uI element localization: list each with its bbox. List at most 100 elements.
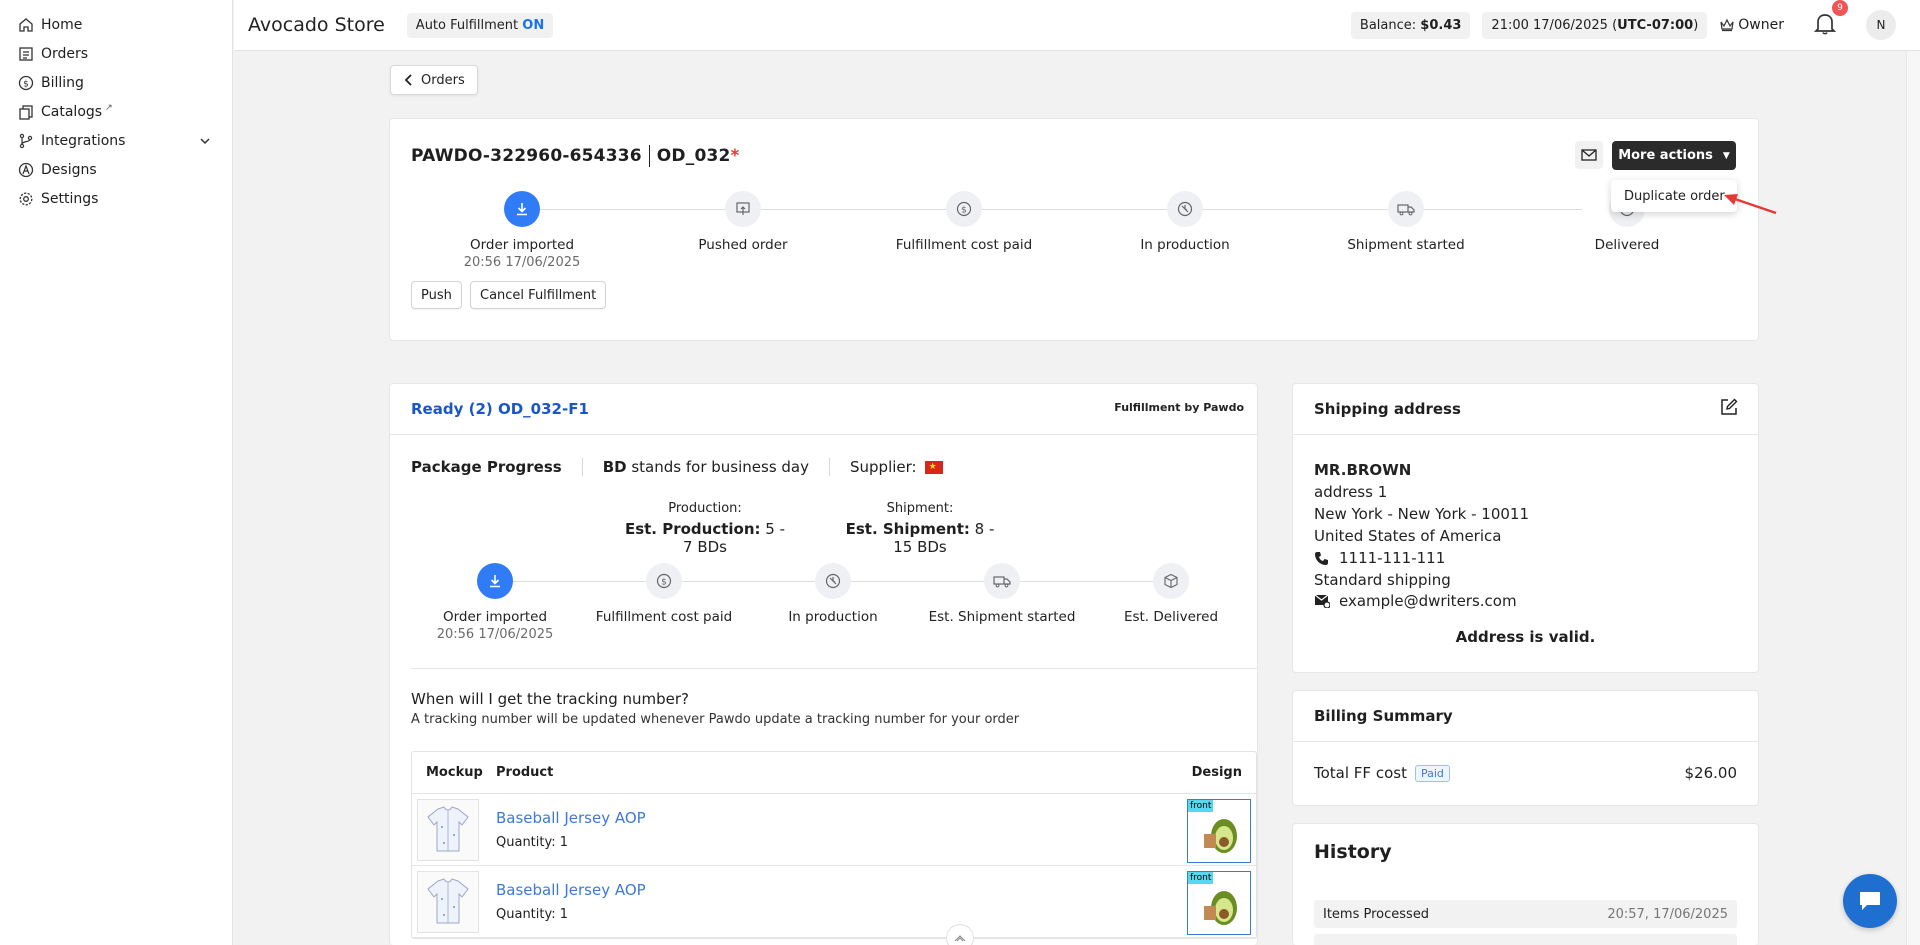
sidebar-item-settings[interactable]: Settings	[0, 184, 232, 213]
shipment-title: Shipment:	[886, 501, 954, 516]
push-icon	[736, 202, 750, 215]
chat-icon	[1860, 892, 1880, 910]
status-badge: Paid	[1414, 764, 1450, 782]
push-button[interactable]: Push	[411, 281, 462, 309]
billing-summary-card: Billing Summary Total FF cost Paid $26.0…	[1292, 690, 1759, 806]
tracking-description: A tracking number will be updated whenev…	[411, 712, 1020, 727]
mail-check-icon	[1314, 594, 1330, 608]
orders-icon	[19, 46, 33, 61]
step-date: 20:56 17/06/2025	[463, 255, 581, 270]
mockup-thumbnail[interactable]	[417, 871, 479, 933]
recipient-name: MR.BROWN	[1314, 461, 1412, 479]
step-label: Shipment started	[1347, 237, 1465, 253]
datetime-close: )	[1693, 17, 1699, 33]
owner-menu[interactable]: Owner	[1719, 17, 1784, 33]
jersey-image	[427, 806, 469, 852]
edit-icon[interactable]	[1720, 398, 1738, 416]
step-shipment-started: Shipment started	[1306, 191, 1506, 253]
step-circle	[477, 563, 513, 599]
design-thumbnail[interactable]: front	[1187, 871, 1251, 935]
shipping-header: Shipping address	[1293, 384, 1758, 435]
shipping-method: Standard shipping	[1314, 571, 1451, 589]
datetime-text: 21:00 17/06/2025 (	[1491, 17, 1618, 33]
dollar-icon: $	[18, 75, 34, 90]
product-link[interactable]: Baseball Jersey AOP	[496, 881, 646, 899]
history-item-partial	[1314, 934, 1737, 945]
more-actions-label: More actions	[1618, 148, 1713, 163]
svg-text:$: $	[23, 79, 29, 89]
branch-icon	[19, 133, 33, 148]
dollar-icon: $	[656, 573, 672, 589]
address-valid-status: Address is valid.	[1455, 628, 1596, 646]
ff-cost-label: Total FF cost	[1314, 764, 1407, 782]
owner-label: Owner	[1738, 17, 1784, 33]
balance-label: Balance:	[1359, 17, 1417, 33]
package-status-link[interactable]: Ready (2) OD_032-F1	[411, 400, 589, 418]
step-order-imported: Order imported 20:56 17/06/2025	[422, 191, 622, 270]
shipping-title: Shipping address	[1314, 400, 1461, 418]
step-circle	[984, 563, 1020, 599]
table-row: Baseball Jersey AOP Quantity: 1 front	[412, 794, 1256, 866]
auto-fulfillment-label: Auto Fulfillment	[415, 17, 519, 33]
billing-header: Billing Summary	[1293, 691, 1758, 742]
column-header-design: Design	[1191, 765, 1242, 780]
address-country: United States of America	[1314, 527, 1502, 545]
billing-title: Billing Summary	[1314, 707, 1453, 725]
jersey-image	[427, 878, 469, 924]
crown-icon	[1720, 18, 1734, 32]
sidebar-item-integrations[interactable]: Integrations	[0, 126, 232, 155]
timezone-text: UTC-07:00	[1617, 17, 1694, 33]
svg-text:$: $	[961, 206, 967, 216]
product-link[interactable]: Baseball Jersey AOP	[496, 809, 646, 827]
step-circle	[725, 191, 761, 227]
mockup-thumbnail[interactable]	[417, 799, 479, 861]
step-pushed-order: Pushed order	[643, 191, 843, 253]
divider	[581, 458, 583, 476]
svg-text:$: $	[661, 578, 667, 588]
package-header: Ready (2) OD_032-F1 Fulfillment by Pawdo	[390, 384, 1257, 435]
sidebar-item-designs[interactable]: Designs	[0, 155, 232, 184]
box-icon	[1164, 573, 1178, 589]
sidebar-item-billing[interactable]: $ Billing	[0, 68, 232, 97]
design-thumbnail[interactable]: front	[1187, 799, 1251, 863]
sidebar-item-home[interactable]: Home	[0, 10, 232, 39]
balance-badge[interactable]: Balance: $0.43	[1350, 11, 1471, 39]
package-progress-title: Package Progress	[411, 458, 562, 476]
production-title: Production:	[668, 501, 742, 516]
history-item-label: Items Processed	[1323, 906, 1430, 922]
back-to-orders-button[interactable]: Orders	[390, 65, 478, 95]
product-quantity: Quantity: 1	[496, 907, 569, 922]
gear-icon	[19, 192, 33, 205]
sidebar-item-catalogs[interactable]: Catalogs ↗	[0, 97, 232, 126]
production-estimate: Production: Est. Production: 5 - 7 BDs	[620, 501, 790, 556]
history-item-time: 20:57, 17/06/2025	[1607, 906, 1728, 922]
chat-button[interactable]	[1843, 874, 1897, 928]
scrollbar[interactable]	[1906, 51, 1920, 945]
more-actions-button[interactable]: More actions ▼	[1612, 141, 1736, 170]
email-button[interactable]	[1575, 141, 1603, 169]
avatar[interactable]: N	[1866, 10, 1896, 40]
chevron-down-icon[interactable]	[198, 134, 212, 148]
cancel-fulfillment-button[interactable]: Cancel Fulfillment	[470, 281, 607, 309]
auto-fulfillment-state: ON	[522, 17, 545, 33]
phone-number: 1111-111-111	[1339, 549, 1446, 567]
phone-row: 1111-111-111	[1314, 549, 1445, 567]
pkg-step-delivered: Est. Delivered	[1071, 563, 1271, 625]
package-progress-row: Package Progress BD stands for business …	[411, 458, 943, 476]
sidebar-item-orders[interactable]: Orders	[0, 39, 232, 68]
history-card: History Items Processed 20:57, 17/06/202…	[1292, 823, 1759, 945]
order-code: OD_032	[656, 146, 731, 166]
step-circle	[815, 563, 851, 599]
scroll-up-button[interactable]	[946, 924, 974, 945]
notification-button[interactable]: 9	[1813, 0, 1848, 39]
vietnam-flag-icon	[924, 460, 943, 474]
column-header-product: Product	[496, 765, 554, 780]
auto-fulfillment-toggle[interactable]: Auto Fulfillment ON	[406, 12, 554, 38]
catalog-icon	[19, 104, 33, 120]
divider	[411, 668, 1257, 669]
dollar-icon: $	[956, 201, 972, 217]
home-icon	[19, 17, 33, 32]
supplier-label: Supplier:	[850, 458, 917, 476]
sidebar-item-label: Settings	[41, 190, 99, 207]
package-card: Ready (2) OD_032-F1 Fulfillment by Pawdo…	[389, 383, 1258, 945]
